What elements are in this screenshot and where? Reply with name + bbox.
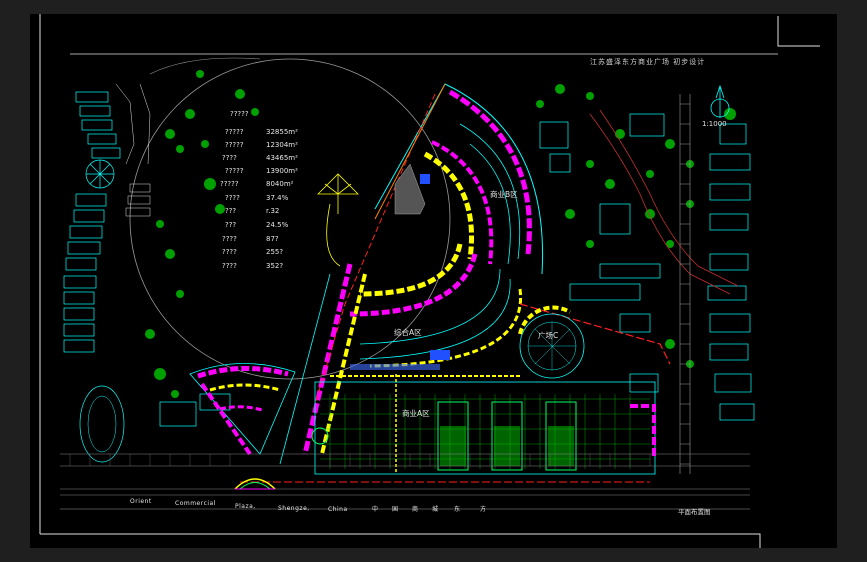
road-caption-word: 商	[412, 506, 419, 513]
cad-viewer-window: 江苏盛泽东方商业广场 初步设计 1:1000 ????? ????? 32855…	[0, 0, 867, 562]
zone-label-south: 商业A区	[402, 409, 430, 418]
stat-label: ?????	[225, 141, 244, 149]
stat-label: ????	[225, 194, 240, 202]
stat-label: ?????	[230, 110, 249, 118]
stat-value: 32855m²	[266, 128, 298, 136]
road-caption-word: Orient	[130, 498, 152, 505]
stat-value: 8040m²	[266, 180, 294, 188]
plan-label: 平面布置图	[678, 508, 711, 516]
stat-label: ???	[225, 221, 237, 229]
road-caption-word: Commercial	[175, 500, 216, 507]
stat-label: ????	[222, 235, 237, 243]
stat-value: 24.5%	[266, 221, 289, 229]
zone-label-north: 商业B区	[490, 190, 518, 199]
stat-label: ????	[222, 248, 237, 256]
cad-drawing-canvas[interactable]: 江苏盛泽东方商业广场 初步设计 1:1000 ????? ????? 32855…	[30, 14, 837, 548]
stat-value: 352?	[266, 262, 284, 270]
stat-label: ????	[222, 262, 237, 270]
road-caption-word: Plaza,	[235, 503, 256, 510]
site-plan-drawing	[39, 14, 820, 548]
stat-value: 87?	[266, 235, 279, 243]
scale-label: 1:1000	[702, 120, 727, 128]
road-caption-word: 中	[372, 506, 379, 513]
drawing-title: 江苏盛泽东方商业广场 初步设计	[590, 58, 706, 66]
road-caption-word: 方	[480, 506, 487, 513]
stat-value: 13900m²	[266, 167, 298, 175]
stat-label: ?????	[225, 167, 244, 175]
road-caption-word: 东	[454, 506, 461, 513]
stat-value: 43465m²	[266, 154, 298, 162]
zone-label-circle: 广场C	[538, 331, 559, 340]
stat-label: ?????	[225, 128, 244, 136]
stat-label: ????	[222, 154, 237, 162]
road-caption-word: China	[328, 506, 348, 513]
road-caption-word: 城	[432, 506, 439, 513]
road-caption-word: 国	[392, 506, 399, 513]
stat-label: ?????	[220, 180, 239, 188]
zone-label-middle: 综合A区	[394, 328, 422, 337]
stat-value: 37.4%	[266, 194, 289, 202]
stat-label: ???	[225, 207, 237, 215]
stat-value: 255?	[266, 248, 284, 256]
stat-value: r.32	[266, 207, 280, 215]
stat-value: 12304m²	[266, 141, 298, 149]
road-caption-word: Shengze,	[278, 505, 310, 512]
